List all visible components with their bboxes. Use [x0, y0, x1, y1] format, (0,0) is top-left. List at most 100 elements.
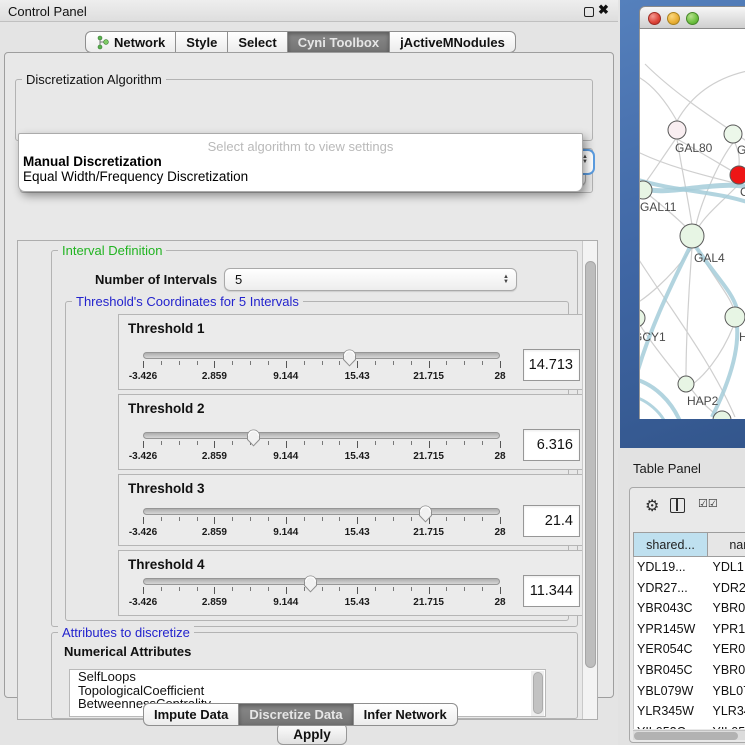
tab-cyni-toolbox-label: Cyni Toolbox	[298, 35, 379, 50]
attributes-list-scrollbar[interactable]	[531, 671, 544, 717]
table-row[interactable]: YBR043CYBR043C	[634, 598, 745, 619]
threshold-2-value[interactable]: 6.316	[523, 429, 580, 461]
bottom-tab-bar: Impute DataDiscretize DataInfer Network	[143, 703, 458, 726]
zoom-traffic-light[interactable]	[686, 12, 699, 25]
tick-mark	[286, 441, 287, 448]
network-node-gal4[interactable]	[680, 224, 704, 248]
tick-mark	[286, 587, 287, 594]
tick-mark	[286, 361, 287, 368]
tick-mark	[464, 441, 465, 445]
network-canvas[interactable]: GAL80GACGAL11GAL4GCY1HHAP2	[639, 29, 745, 419]
attribute-item-topologicalcoefficient[interactable]: TopologicalCoefficient	[70, 684, 545, 698]
right-pane: GAL80GACGAL11GAL4GCY1HHAP2 Table Panel ⚙…	[618, 0, 745, 745]
table-header-row: shared... name	[633, 532, 745, 557]
threshold-3-slider-thumb[interactable]	[418, 505, 433, 523]
num-intervals-combo[interactable]: 5 ▲▼	[224, 268, 517, 291]
table-row[interactable]: YER054CYER054C	[634, 639, 745, 660]
threshold-2-slider-track[interactable]	[143, 432, 500, 439]
tab-style[interactable]: Style	[176, 31, 228, 53]
tick-mark	[429, 587, 430, 594]
table-row[interactable]: YIL052CYIL052C	[634, 722, 745, 729]
tick-mark	[232, 587, 233, 591]
cell-shared-name[interactable]: YPR145W	[634, 619, 709, 640]
threshold-1-value[interactable]: 14.713	[523, 349, 580, 381]
select-columns-checkboxes-icon[interactable]: ☑☑	[698, 497, 718, 510]
columns-icon[interactable]	[670, 498, 685, 513]
tick-mark	[161, 361, 162, 365]
cell-shared-name[interactable]: YER054C	[634, 639, 709, 660]
cell-shared-name[interactable]: YDL19...	[634, 557, 709, 578]
tick-mark	[179, 517, 180, 521]
table-row[interactable]: YBL079WYBL079W	[634, 681, 745, 702]
cell-shared-name[interactable]: YBL079W	[634, 681, 709, 702]
network-node-hap2[interactable]	[678, 376, 694, 392]
table-row[interactable]: YDL19...YDL1	[634, 557, 745, 578]
network-graph: GAL80GACGAL11GAL4GCY1HHAP2	[640, 29, 745, 419]
threshold-4-slider-thumb[interactable]	[303, 575, 318, 593]
tab-cyni-toolbox[interactable]: Cyni Toolbox	[288, 31, 390, 53]
cell-name[interactable]: YDL1	[709, 557, 745, 578]
network-node-gcy1[interactable]	[640, 309, 645, 327]
cell-shared-name[interactable]: YDR27...	[634, 578, 709, 599]
tick-mark	[464, 587, 465, 591]
tick-label: 28	[494, 451, 505, 462]
control-panel-titlebar: Control Panel ✖	[0, 0, 618, 22]
cell-name[interactable]: YPR145W	[709, 619, 745, 640]
tick-mark	[143, 587, 144, 594]
network-tab-icon	[96, 35, 109, 50]
threshold-4-panel: Threshold 4-3.4262.8599.14415.4321.71528…	[118, 550, 590, 616]
network-node-label: GAL4	[694, 251, 725, 265]
cell-shared-name[interactable]: YBR043C	[634, 598, 709, 619]
threshold-1-slider-thumb[interactable]	[342, 349, 357, 367]
network-node-ga[interactable]	[724, 125, 742, 143]
tab-network[interactable]: Network	[85, 31, 176, 53]
bottom-tab-discretize-data[interactable]: Discretize Data	[239, 703, 353, 726]
table-row[interactable]: YBR045CYBR045C	[634, 660, 745, 681]
threshold-4-slider-track[interactable]	[143, 578, 500, 585]
attribute-item-selfloops[interactable]: SelfLoops	[70, 670, 545, 684]
cell-shared-name[interactable]: YIL052C	[634, 722, 709, 729]
minimize-traffic-light[interactable]	[667, 12, 680, 25]
table-row[interactable]: YDR27...YDR2	[634, 578, 745, 599]
gear-icon[interactable]: ⚙	[645, 496, 659, 516]
settings-scrollbar-thumb[interactable]	[585, 261, 596, 668]
tick-mark	[339, 441, 340, 445]
network-node-gal80[interactable]	[668, 121, 686, 139]
apply-button[interactable]: Apply	[277, 723, 347, 745]
tick-mark	[322, 517, 323, 521]
threshold-2-slider-thumb[interactable]	[246, 429, 261, 447]
threshold-4-value[interactable]: 11.344	[523, 575, 580, 607]
threshold-3-slider-track[interactable]	[143, 508, 500, 515]
table-hscrollbar-thumb[interactable]	[634, 732, 738, 740]
close-icon[interactable]: ✖	[598, 2, 609, 18]
tab-select[interactable]: Select	[228, 31, 287, 53]
tick-mark	[411, 361, 412, 365]
cell-name[interactable]: YIL052C	[709, 722, 745, 729]
tick-label: 9.144	[273, 527, 298, 538]
column-header-name[interactable]: name	[708, 532, 745, 557]
network-node-c[interactable]	[730, 166, 745, 184]
cell-name[interactable]: YDR2	[709, 578, 745, 599]
threshold-1-slider-track[interactable]	[143, 352, 500, 359]
cell-shared-name[interactable]: YLR345W	[634, 701, 709, 722]
algorithm-option-equal-width-frequency-discretization[interactable]: Equal Width/Frequency Discretization	[22, 169, 581, 184]
tab-style-label: Style	[186, 35, 217, 50]
tick-label: -3.426	[129, 451, 157, 462]
cell-name[interactable]: YLR345W	[709, 701, 745, 722]
table-row[interactable]: YPR145WYPR145W	[634, 619, 745, 640]
tab-jactivemnodules[interactable]: jActiveMNodules	[390, 31, 516, 53]
cell-name[interactable]: YER054C	[709, 639, 745, 660]
cell-name[interactable]: YBL079W	[709, 681, 745, 702]
cell-shared-name[interactable]: YBR045C	[634, 660, 709, 681]
cell-name[interactable]: YBR043C	[709, 598, 745, 619]
bottom-tab-infer-network[interactable]: Infer Network	[354, 703, 458, 726]
cell-name[interactable]: YBR045C	[709, 660, 745, 681]
threshold-3-value[interactable]: 21.4	[523, 505, 580, 537]
table-row[interactable]: YLR345WYLR345W	[634, 701, 745, 722]
float-window-icon[interactable]	[584, 7, 594, 17]
close-traffic-light[interactable]	[648, 12, 661, 25]
bottom-tab-impute-data[interactable]: Impute Data	[143, 703, 239, 726]
network-node-h[interactable]	[725, 307, 745, 327]
column-header-shared-name[interactable]: shared...	[633, 532, 708, 557]
algorithm-option-manual-discretization[interactable]: Manual Discretization	[22, 154, 581, 169]
